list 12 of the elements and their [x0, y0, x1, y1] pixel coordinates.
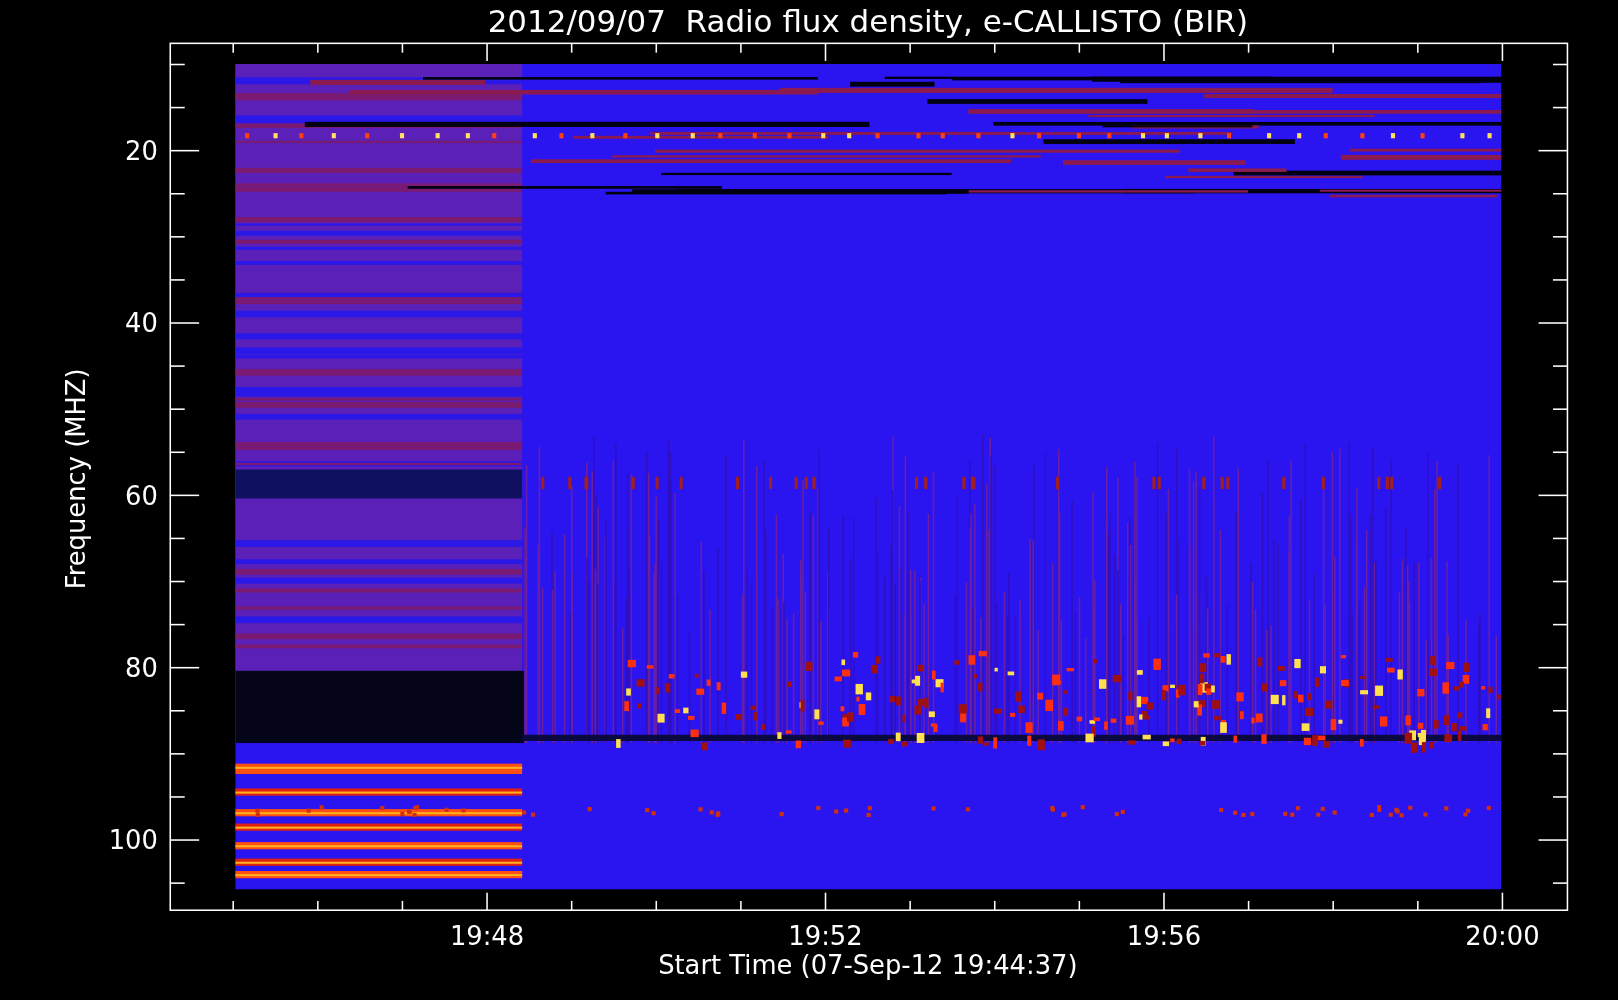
axis-tick-label: 60 — [125, 480, 158, 511]
x-axis-label: Start Time (07-Sep-12 19:44:37) — [658, 950, 1078, 981]
chart-title: 2012/09/07 Radio flux density, e-CALLISTO (BIR) — [487, 3, 1248, 39]
axis-tick-label: 100 — [108, 825, 158, 856]
axis-tick-label: 19:56 — [1126, 921, 1202, 952]
axis-tick-label: 20:00 — [1465, 921, 1540, 952]
axis-tick-label: 80 — [125, 653, 158, 683]
y-axis-label: Frequency (MHZ) — [60, 368, 91, 590]
axis-tick-label: 19:48 — [449, 921, 525, 952]
axis-tick-label: 19:52 — [788, 921, 863, 952]
axis-tick-label: 20 — [125, 135, 158, 166]
axis-tick-label: 40 — [125, 308, 158, 339]
